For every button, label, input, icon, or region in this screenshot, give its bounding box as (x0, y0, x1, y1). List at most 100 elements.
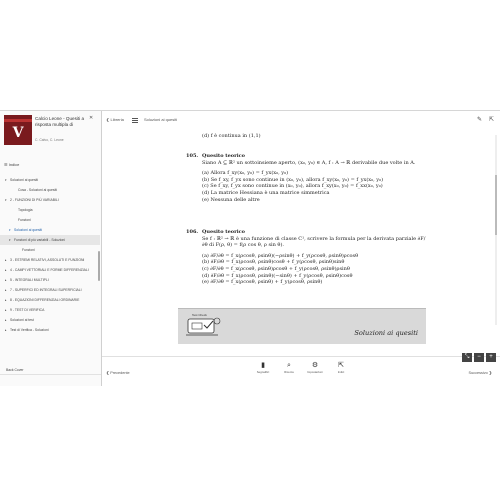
sidebar-item-label: Funzioni di più variabili - Soluzioni (14, 238, 66, 242)
question-number: 106. (186, 229, 199, 235)
index-button[interactable]: ⇱ Indici (328, 361, 354, 374)
breadcrumb: Soluzioni ai quesiti (144, 117, 178, 122)
bookmark-icon: ▮ (261, 362, 265, 369)
sidebar-item-label: 5 - INTEGRALI MULTIPLI (10, 278, 49, 282)
option-c: (c) ∂F/∂θ = f_x(ρcosθ, ρsinθ)ρcosθ + f_y… (202, 265, 350, 272)
top-bar: ❮ Libreria Soluzioni ai quesiti ✎ ⇱ (102, 111, 500, 133)
sidebar-item[interactable]: ▾ Soluzioni ai quesiti (0, 175, 100, 185)
sidebar-item-label: 9 - TEST DI VERIFICA (10, 308, 45, 312)
previous-button[interactable]: ❮ Precedente (106, 370, 130, 375)
settings-button[interactable]: ⚙ Impostazioni (302, 361, 328, 374)
sidebar-item-label: 2 - FUNZIONI DI PIÙ VARIABILI (10, 198, 59, 202)
gear-icon: ⚙ (311, 362, 319, 369)
banner-label: Test Check (192, 313, 207, 317)
sidebar-item[interactable]: ▸ 4 - CAMPI VETTORIALI E FORME DIFFERENZI… (0, 265, 100, 275)
library-back-label: Libreria (110, 117, 124, 122)
sidebar-item[interactable]: Funzioni (0, 215, 100, 225)
sidebar-item-label: Soluzioni ai quesiti (14, 228, 43, 232)
search-button[interactable]: ⌕ Ricerca (276, 361, 302, 374)
sidebar-item[interactable]: ▸ 8 - EQUAZIONI DIFFERENZIALI ORDINARIE (0, 295, 100, 305)
option-d: (d) La matrice Hessiana è una matrice si… (202, 189, 330, 196)
sidebar-item-label: 8 - EQUAZIONI DIFFERENZIALI ORDINARIE (10, 298, 80, 302)
close-icon[interactable]: ✕ (89, 115, 93, 121)
next-label: Successivo (468, 371, 488, 375)
next-button[interactable]: Successivo ❯ (469, 370, 492, 375)
question-number: 105. (186, 153, 199, 159)
index-label-text: Indice (8, 162, 20, 167)
previous-question-tail: (d) f è continua in (1,1) (202, 133, 261, 139)
index-tool-label: Indici (337, 370, 345, 374)
question-options: (a) ∂F/∂θ = f_x(ρcosθ, ρsinθ)(−ρsinθ) + … (186, 253, 426, 286)
book-cover: V (4, 115, 32, 145)
question-header: 105. Quesito teorico (186, 153, 426, 160)
bottom-bar: ❮ Precedente ▮ Segnalibri ⌕ Ricerca ⚙ Im… (102, 356, 500, 386)
sidebar-item[interactable]: ▾ Soluzioni ai quesiti (0, 225, 100, 235)
sidebar-item-label: Funzioni (22, 248, 35, 252)
test-check-icon (186, 317, 221, 336)
book-title: Calcio Leone - Quesiti a risposta multip… (35, 116, 85, 127)
sidebar-item[interactable]: ▸ 7 - SUPERFICI ED INTEGRALI SUPERFICIALI (0, 285, 100, 295)
book-header[interactable]: V Calcio Leone - Quesiti a risposta mult… (0, 111, 101, 147)
sidebar: V Calcio Leone - Quesiti a risposta mult… (0, 111, 102, 386)
settings-label: Impostazioni (307, 370, 323, 374)
sidebar-item[interactable]: Topologia (0, 205, 100, 215)
cover-strip (4, 119, 32, 122)
zoom-controls: ⤡ − + (462, 353, 498, 362)
sidebar-divider (0, 374, 101, 375)
book-authors: C. Calvo, C. Leone (35, 138, 64, 142)
sidebar-scrollbar[interactable] (98, 251, 100, 281)
scrollbar-thumb[interactable] (495, 175, 497, 235)
sidebar-item-label: 3 - ESTREMI RELATIVI, ASSOLUTI E FUNZION… (10, 258, 85, 262)
zoom-out-icon[interactable]: − (474, 353, 484, 362)
sidebar-item-label: Funzioni (18, 218, 31, 222)
back-cover-link[interactable]: Back Cover (6, 368, 24, 372)
bookmarks-label: Segnalibri (256, 370, 270, 374)
question-title: Quesito teorico (202, 153, 246, 159)
option-c: (c) Se f_xy, f_yx sono continue in (x₀, … (202, 183, 383, 190)
banner-title: Soluzioni ai quesiti (354, 329, 418, 337)
index-label[interactable]: ☰ Indice (4, 162, 19, 167)
search-label: Ricerca (284, 370, 294, 374)
edit-icon[interactable]: ✎ (477, 116, 482, 123)
question-105: 105. Quesito teorico Siano A ⊆ ℝ² un sott… (186, 153, 426, 203)
sidebar-item[interactable]: ▸ Test di Verifica - Soluzioni (0, 325, 100, 335)
question-body: Se f : ℝ² → ℝ è una funzione di classe C… (202, 235, 426, 249)
solutions-banner: Test Check Soluzioni ai quesiti (178, 308, 426, 344)
search-icon: ⌕ (287, 362, 291, 369)
question-header: 106. Quesito teorico (186, 229, 426, 236)
sidebar-item-label: Topologia (18, 208, 33, 212)
content-scrollbar[interactable] (495, 135, 497, 325)
library-back-button[interactable]: ❮ Libreria (106, 117, 124, 122)
external-link-icon: ⇱ (338, 362, 344, 369)
reader-window: V Calcio Leone - Quesiti a risposta mult… (0, 110, 500, 386)
sidebar-item[interactable]: ▸ 9 - TEST DI VERIFICA (0, 305, 100, 315)
bookmarks-button[interactable]: ▮ Segnalibri (250, 361, 276, 374)
sidebar-item-label: Test di Verifica - Soluzioni (10, 328, 49, 332)
sidebar-item[interactable]: ▸ 5 - INTEGRALI MULTIPLI (0, 275, 100, 285)
sidebar-item-label: Cosa - Soluzioni ai quesiti (18, 188, 58, 192)
sidebar-item-label: Soluzioni ai quesiti (10, 178, 39, 182)
zoom-in-icon[interactable]: + (486, 353, 496, 362)
sidebar-item-label: 4 - CAMPI VETTORIALI E FORME DIFFERENZIA… (10, 268, 89, 272)
question-title: Quesito teorico (202, 229, 246, 235)
menu-icon[interactable] (132, 118, 138, 123)
page-content: (d) f è continua in (1,1) 105. Quesito te… (102, 133, 500, 356)
option-b: (b) ∂F/∂θ = f_x(ρcosθ, ρsinθ)cosθ + f_y(… (202, 259, 345, 266)
sidebar-item-label: Soluzioni ai test (10, 318, 34, 322)
sidebar-item[interactable]: Funzioni (0, 245, 100, 255)
sidebar-item[interactable]: ▸ Soluzioni ai test (0, 315, 100, 325)
sidebar-item[interactable]: ▾ 2 - FUNZIONI DI PIÙ VARIABILI (0, 195, 100, 205)
sidebar-item[interactable]: ▸ 3 - ESTREMI RELATIVI, ASSOLUTI E FUNZIO… (0, 255, 100, 265)
export-icon[interactable]: ⇱ (489, 116, 494, 123)
question-options: (a) Allora f_xy(x₀, y₀) = f_yx(x₀, y₀) (… (186, 170, 426, 203)
sidebar-item-label: 7 - SUPERFICI ED INTEGRALI SUPERFICIALI (10, 288, 82, 292)
option-e: (e) ∂F/∂θ = f_x(ρcosθ, ρsinθ) + f_y(ρcos… (202, 279, 323, 286)
previous-label: Precedente (110, 371, 130, 375)
fit-page-icon[interactable]: ⤡ (462, 353, 472, 362)
sidebar-item[interactable]: ▾ Funzioni di più variabili - Soluzioni (0, 235, 100, 245)
cover-letter: V (12, 125, 24, 141)
sidebar-item[interactable]: Cosa - Soluzioni ai quesiti (0, 185, 100, 195)
question-body: Siano A ⊆ ℝ² un sottoinsieme aperto, (x₀… (202, 159, 416, 166)
question-106: 106. Quesito teorico Se f : ℝ² → ℝ è una … (186, 229, 426, 286)
option-a: (a) Allora f_xy(x₀, y₀) = f_yx(x₀, y₀) (202, 170, 289, 177)
